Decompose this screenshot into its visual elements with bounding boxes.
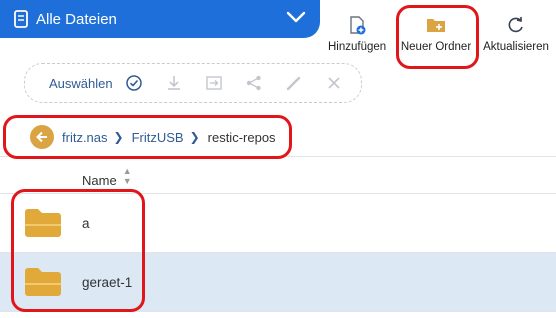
breadcrumb-item-current: restic-repos <box>207 129 276 145</box>
column-header-name[interactable]: Name ▲ ▼ <box>82 166 132 188</box>
table-row[interactable]: a <box>0 194 556 252</box>
selection-action-bar: Auswählen <box>24 63 362 103</box>
folder-icon <box>25 209 61 237</box>
header-title: Alle Dateien <box>36 10 117 28</box>
folder-selector-header[interactable]: Alle Dateien <box>0 0 320 38</box>
refresh-icon <box>508 17 523 33</box>
refresh-button[interactable]: Aktualisieren <box>481 15 551 53</box>
edit-pencil-icon <box>286 76 300 91</box>
add-file-icon <box>350 16 366 35</box>
column-header-label: Name <box>82 173 117 188</box>
folder-icon <box>25 268 61 296</box>
breadcrumb-item-usb[interactable]: FritzUSB <box>132 130 184 145</box>
add-button[interactable]: Hinzufügen <box>328 15 386 53</box>
nas-device-icon <box>14 10 28 28</box>
table-row[interactable]: geraet-1 <box>0 253 556 311</box>
divider <box>0 156 556 157</box>
chevron-down-icon[interactable] <box>286 9 306 25</box>
breadcrumb-item-root[interactable]: fritz.nas <box>62 130 108 145</box>
move-icon <box>205 76 222 90</box>
sort-icon: ▲ ▼ <box>122 166 132 186</box>
new-folder-button[interactable]: Neuer Ordner <box>399 15 473 53</box>
new-folder-icon <box>427 19 445 32</box>
divider <box>0 311 556 312</box>
share-icon <box>246 75 261 91</box>
arrow-left-icon <box>36 131 47 143</box>
breadcrumb-chevron-icon: ❯ <box>113 130 124 144</box>
file-name: geraet-1 <box>82 274 133 290</box>
check-circle-icon[interactable] <box>125 74 143 92</box>
select-button[interactable]: Auswählen <box>49 76 113 91</box>
add-button-label: Hinzufügen <box>328 41 387 53</box>
refresh-label: Aktualisieren <box>483 41 549 53</box>
download-icon <box>167 76 180 90</box>
back-button[interactable] <box>30 125 54 149</box>
delete-x-icon <box>328 77 340 89</box>
breadcrumb-chevron-icon: ❯ <box>189 130 200 144</box>
new-folder-label: Neuer Ordner <box>400 41 472 53</box>
breadcrumb: fritz.nas ❯ FritzUSB ❯ restic-repos <box>0 118 556 156</box>
file-name: a <box>82 215 90 231</box>
